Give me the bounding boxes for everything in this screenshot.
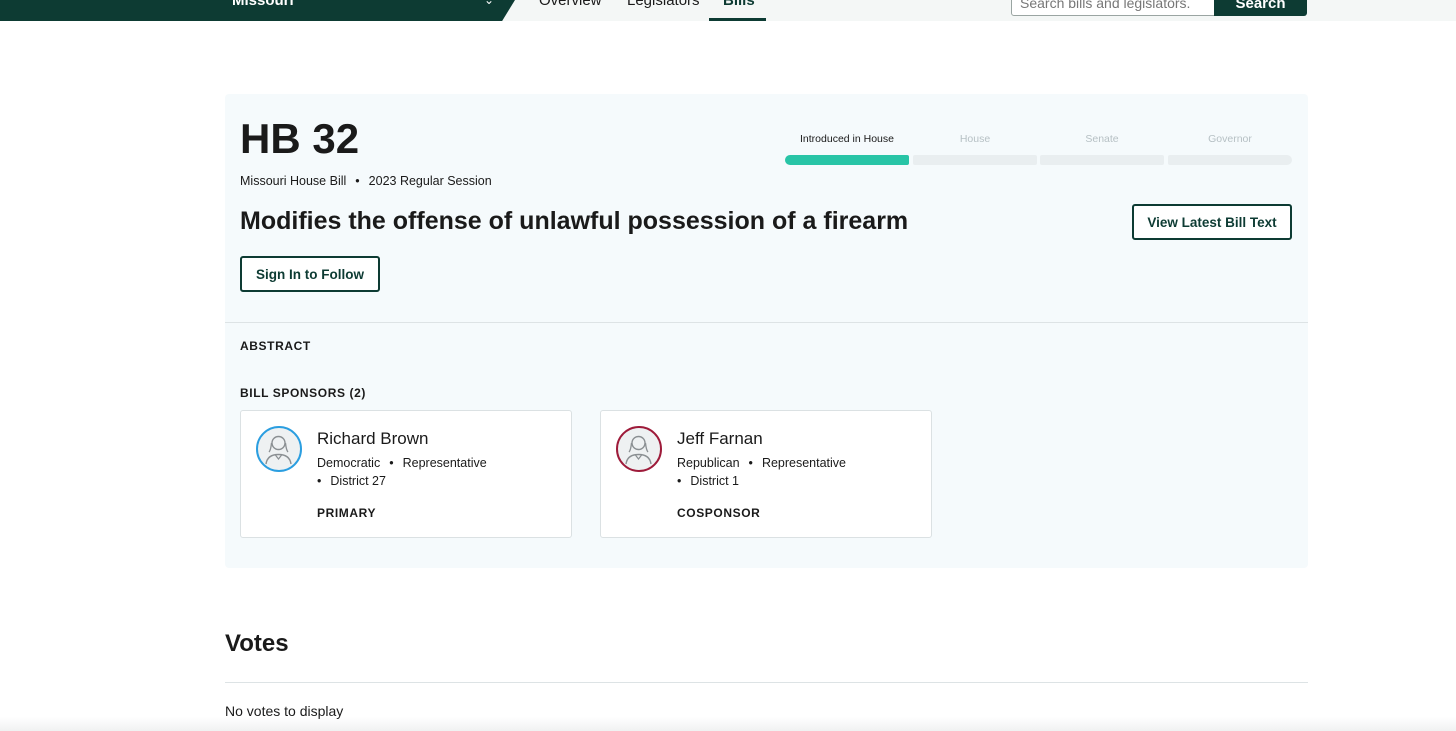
bullet-separator: •: [748, 456, 753, 470]
sponsor-card[interactable]: Jeff Farnan Republican • Representative • D…: [600, 410, 932, 538]
bill-number: HB 32: [240, 115, 360, 162]
sponsor-role: PRIMARY: [317, 506, 377, 520]
bill-session: 2023 Regular Session: [368, 174, 492, 188]
sponsor-district-line: • District 1: [677, 473, 739, 489]
progress-bar-segment: [913, 155, 1037, 165]
bullet-separator: •: [677, 474, 682, 488]
sponsor-name[interactable]: Jeff Farnan: [677, 428, 763, 450]
bullet-separator: •: [317, 474, 322, 488]
bill-summary-card: HB 32 Missouri House Bill • 2023 Regular S…: [225, 94, 1308, 568]
progress-step-senate: Senate: [1040, 132, 1164, 166]
sponsor-party: Republican: [677, 456, 740, 470]
tab-legislators[interactable]: Legislators: [627, 0, 700, 10]
sponsor-role: COSPONSOR: [677, 506, 761, 520]
view-latest-bill-text-button[interactable]: View Latest Bill Text: [1132, 204, 1292, 240]
progress-step-house: House: [913, 132, 1037, 166]
bill-progress-tracker: Introduced in House House Senate Governo…: [785, 132, 1292, 166]
tab-overview[interactable]: Overview: [539, 0, 602, 10]
sponsor-district-line: • District 27: [317, 473, 386, 489]
person-placeholder-icon: [616, 426, 662, 472]
sponsor-name[interactable]: Richard Brown: [317, 428, 429, 450]
progress-step-label: Introduced in House: [800, 133, 894, 145]
section-divider: [225, 682, 1308, 683]
tab-bills[interactable]: Bills: [723, 0, 755, 10]
sign-in-to-follow-button[interactable]: Sign In to Follow: [240, 256, 380, 292]
person-placeholder-icon: [256, 426, 302, 472]
search-input[interactable]: [1011, 0, 1215, 16]
chevron-down-icon[interactable]: ⌄: [484, 0, 494, 6]
progress-step-label: Senate: [1085, 133, 1119, 145]
bill-meta: Missouri House Bill • 2023 Regular Session: [240, 173, 492, 189]
progress-step-label: Governor: [1208, 133, 1252, 145]
bill-chamber-type: Missouri House Bill: [240, 174, 347, 188]
abstract-heading: ABSTRACT: [240, 339, 311, 353]
votes-heading: Votes: [225, 630, 289, 657]
progress-step-governor: Governor: [1168, 132, 1292, 166]
progress-step-introduced: Introduced in House: [785, 132, 909, 166]
bottom-fade: [0, 717, 1456, 731]
bullet-separator: •: [355, 174, 360, 188]
top-navigation: Missouri ⌄ Overview Legislators Bills Se…: [0, 0, 1456, 21]
section-divider: [225, 322, 1308, 323]
sponsor-district: District 27: [330, 474, 386, 488]
state-name[interactable]: Missouri: [232, 0, 294, 10]
sponsor-title: Representative: [402, 456, 487, 470]
sponsor-card[interactable]: Richard Brown Democratic • Representative …: [240, 410, 572, 538]
search-button[interactable]: Search: [1214, 0, 1307, 16]
bill-title: Modifies the offense of unlawful possess…: [240, 207, 909, 235]
progress-step-label: House: [959, 133, 991, 145]
progress-bar-segment: [1168, 155, 1292, 165]
bill-sponsors-heading: BILL SPONSORS (2): [240, 386, 366, 400]
bullet-separator: •: [389, 456, 394, 470]
sponsor-affiliation: Democratic • Representative: [317, 455, 487, 471]
progress-bar-segment: [1040, 155, 1164, 165]
sponsor-district: District 1: [690, 474, 740, 488]
sponsor-title: Representative: [761, 456, 847, 470]
sponsor-party: Democratic: [317, 456, 381, 470]
sponsor-affiliation: Republican • Representative: [677, 455, 846, 471]
active-tab-indicator: [709, 18, 766, 21]
progress-bar-segment: [785, 155, 909, 165]
